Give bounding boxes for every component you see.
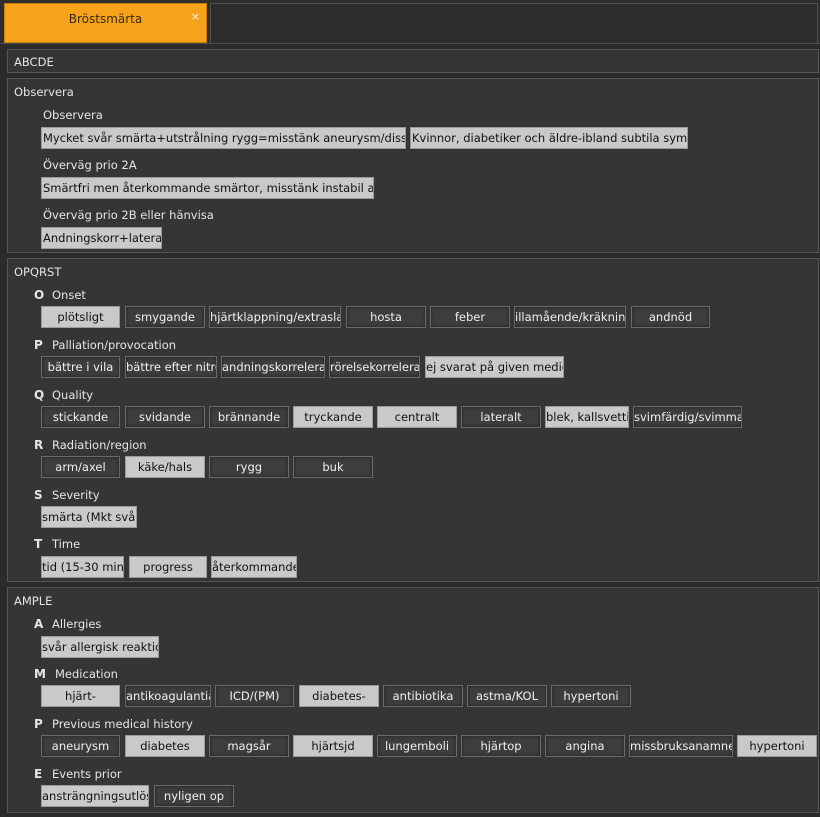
- letter-a: A: [34, 617, 44, 631]
- option-button-battre-efter-nitro[interactable]: bättre efter nitro: [125, 356, 217, 378]
- letter-q: Q: [34, 388, 45, 402]
- letter-s: S: [34, 488, 43, 502]
- option-button-smygande[interactable]: smygande: [125, 306, 205, 328]
- option-button-brannande[interactable]: brännande: [209, 406, 289, 428]
- option-button-ej-svarat[interactable]: ej svarat på given medicin: [425, 356, 564, 378]
- option-button-nyligen-op[interactable]: nyligen op: [154, 785, 234, 807]
- option-button-icd-pm[interactable]: ICD/(PM): [215, 685, 294, 707]
- option-button-tryckande[interactable]: tryckande: [293, 406, 373, 428]
- section-title-abcde: ABCDE: [14, 55, 54, 69]
- option-button-magsar[interactable]: magsår: [209, 735, 289, 757]
- option-button-aneurysm-warning[interactable]: Mycket svår smärta+utstrålning rygg=miss…: [41, 127, 406, 149]
- group-title-history: Previous medical history: [52, 717, 193, 731]
- option-button-antibiotika[interactable]: antibiotika: [383, 685, 463, 707]
- option-button-hjartop[interactable]: hjärtop: [461, 735, 541, 757]
- option-button-svidande[interactable]: svidande: [125, 406, 205, 428]
- option-button-missbruksanamnes[interactable]: missbruksanamnes: [629, 735, 733, 757]
- option-button-tid[interactable]: tid (15-30 min): [41, 556, 124, 578]
- option-button-allergisk-reaktion[interactable]: svår allergisk reaktion: [41, 636, 159, 658]
- option-button-progress[interactable]: progress: [129, 556, 207, 578]
- group-title-time: Time: [52, 537, 81, 551]
- option-button-diabetes-med[interactable]: diabetes-: [299, 685, 379, 707]
- option-button-hjartsjd[interactable]: hjärtsjd: [293, 735, 373, 757]
- option-button-rygg[interactable]: rygg: [209, 456, 289, 478]
- option-button-astma-kol[interactable]: astma/KOL: [467, 685, 547, 707]
- option-button-rorelsekorrelerat[interactable]: rörelsekorrelerat: [329, 356, 420, 378]
- option-button-antikoagulantia[interactable]: antikoagulantia: [125, 685, 211, 707]
- option-button-battre-i-vila[interactable]: bättre i vila: [41, 356, 120, 378]
- option-button-anstrangningsutlost[interactable]: ansträngningsutlöst: [41, 785, 149, 807]
- option-button-andnod[interactable]: andnöd: [631, 306, 710, 328]
- option-button-aterkommande[interactable]: återkommande: [211, 556, 297, 578]
- option-button-centralt[interactable]: centralt: [377, 406, 457, 428]
- group-label-prio-2b: Överväg prio 2B eller hänvisa: [43, 208, 214, 222]
- option-button-hypertoni-med[interactable]: hypertoni: [551, 685, 631, 707]
- group-title-events: Events prior: [52, 767, 122, 781]
- option-button-hypertoni[interactable]: hypertoni: [737, 735, 817, 757]
- group-title-allergies: Allergies: [52, 617, 102, 631]
- section-title-observera: Observera: [14, 85, 74, 99]
- group-title-radiation: Radiation/region: [52, 438, 147, 452]
- letter-m: M: [34, 667, 46, 681]
- group-label-prio-2a: Överväg prio 2A: [43, 158, 137, 172]
- letter-p: P: [34, 338, 43, 352]
- option-button-angina[interactable]: angina: [545, 735, 625, 757]
- section-abcde[interactable]: ABCDE: [7, 49, 819, 73]
- option-button-blek-kallsvettig[interactable]: blek, kallsvettig: [545, 406, 629, 428]
- option-button-illamaende[interactable]: illamående/kräkning: [514, 306, 626, 328]
- tab-brostsmarta[interactable]: Bröstsmärta ×: [4, 3, 207, 43]
- option-button-stickande[interactable]: stickande: [41, 406, 120, 428]
- option-button-hjartklappning[interactable]: hjärtklappning/extraslag: [209, 306, 341, 328]
- option-button-arm-axel[interactable]: arm/axel: [41, 456, 120, 478]
- group-title-onset: Onset: [52, 288, 86, 302]
- group-title-medication: Medication: [55, 667, 118, 681]
- option-button-subtle-symptoms[interactable]: Kvinnor, diabetiker och äldre-ibland sub…: [410, 127, 688, 149]
- letter-p-history: P: [34, 717, 43, 731]
- option-button-smarta-mkt-svar[interactable]: smärta (Mkt svår): [41, 506, 137, 528]
- option-button-diabetes[interactable]: diabetes: [125, 735, 205, 757]
- group-title-quality: Quality: [52, 388, 94, 402]
- option-button-feber[interactable]: feber: [430, 306, 510, 328]
- letter-r: R: [34, 438, 44, 452]
- option-button-svimfardig[interactable]: svimfärdig/svimmat: [633, 406, 742, 428]
- option-button-plotsligt[interactable]: plötsligt: [41, 306, 120, 328]
- option-button-lateralt[interactable]: lateralt: [461, 406, 541, 428]
- section-title-ample: AMPLE: [14, 594, 53, 608]
- letter-e: E: [34, 767, 43, 781]
- option-button-andningskorr[interactable]: Andningskorr+lateralt: [41, 227, 162, 249]
- option-button-instabil-angina[interactable]: Smärtfri men återkommande smärtor, misst…: [41, 177, 374, 199]
- group-label-observera: Observera: [43, 108, 103, 122]
- group-title-severity: Severity: [52, 488, 100, 502]
- option-button-aneurysm[interactable]: aneurysm: [41, 735, 120, 757]
- tab-bar: Bröstsmärta ×: [0, 0, 820, 44]
- close-icon[interactable]: ×: [191, 10, 200, 23]
- tab-title: Bröstsmärta: [68, 12, 143, 26]
- option-button-lungemboli[interactable]: lungemboli: [377, 735, 457, 757]
- section-title-opqrst: OPQRST: [14, 265, 62, 279]
- option-button-andningskorrelerat[interactable]: andningskorrelerat: [221, 356, 325, 378]
- group-title-palliation: Palliation/provocation: [52, 338, 177, 352]
- option-button-buk[interactable]: buk: [293, 456, 373, 478]
- letter-o: O: [34, 288, 45, 302]
- option-button-kake-hals[interactable]: käke/hals: [125, 456, 205, 478]
- option-button-hosta[interactable]: hosta: [346, 306, 426, 328]
- option-button-hjart[interactable]: hjärt-: [41, 685, 120, 707]
- letter-t: T: [34, 537, 43, 551]
- tab-strip-empty: [210, 3, 818, 43]
